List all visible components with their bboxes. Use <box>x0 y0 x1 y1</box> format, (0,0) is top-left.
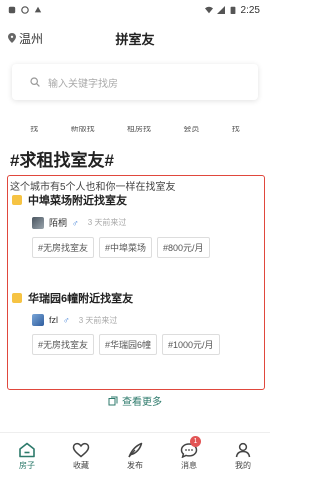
tab-house[interactable]: 房子 <box>6 442 48 471</box>
tab-label: 收藏 <box>73 461 89 470</box>
username[interactable]: fzl <box>49 315 58 325</box>
post-header: 华瑞园6幢附近找室友 <box>12 290 260 306</box>
post-header: 中埠菜场附近找室友 <box>12 192 260 208</box>
status-left <box>8 6 42 14</box>
tag[interactable]: #800元/月 <box>157 237 210 258</box>
category-item[interactable]: 新版找 <box>71 126 95 132</box>
post-card[interactable]: 华瑞园6幢附近找室友 fzl ♂ 3 天前来过 #无房找室友 #华瑞园6幢 #1… <box>12 290 260 355</box>
category-strip: 找 新版找 租房找 会员 找 <box>0 126 270 142</box>
search-icon <box>30 77 40 87</box>
tab-profile[interactable]: 我的 <box>222 442 264 471</box>
person-icon <box>235 442 251 458</box>
male-icon: ♂ <box>72 217 79 228</box>
wifi-icon <box>204 6 213 14</box>
see-more-link[interactable]: 查看更多 <box>0 393 270 408</box>
tab-messages[interactable]: 1 消息 <box>168 436 210 471</box>
post-title: 中埠菜场附近找室友 <box>28 195 127 207</box>
status-bar: 2:25 <box>0 0 270 20</box>
app-notification-icon <box>21 6 29 14</box>
tab-bar: 房子 收藏 发布 1 消息 我的 <box>0 432 270 480</box>
search-wrap: 输入关键字找房 <box>0 56 270 100</box>
battery-icon <box>230 6 235 14</box>
avatar[interactable] <box>32 314 44 326</box>
topic-title: #求租找室友# <box>10 151 114 170</box>
see-more-label: 查看更多 <box>122 397 162 408</box>
tab-label: 发布 <box>127 461 143 470</box>
tab-label: 消息 <box>181 461 197 470</box>
last-seen: 3 天前来过 <box>87 218 127 227</box>
feather-icon <box>128 442 143 458</box>
city-selector[interactable]: 温州 <box>8 30 43 47</box>
city-name: 温州 <box>19 31 44 46</box>
category-item[interactable]: 租房找 <box>127 126 151 132</box>
signal-icon <box>216 6 225 14</box>
app-notification-icon <box>34 6 42 13</box>
category-item[interactable]: 会员 <box>183 126 199 132</box>
posts-list: 中埠菜场附近找室友 陌桐 ♂ 3 天前来过 #无房找室友 #中埠菜场 #800元… <box>7 175 265 390</box>
flag-icon <box>12 195 22 205</box>
search-input[interactable]: 输入关键字找房 <box>12 64 258 100</box>
category-item[interactable]: 找 <box>30 126 38 132</box>
search-placeholder: 输入关键字找房 <box>48 78 118 90</box>
tab-label: 房子 <box>19 461 35 470</box>
status-right: 2:25 <box>204 4 260 16</box>
post-tags: #无房找室友 #中埠菜场 #800元/月 <box>12 237 260 258</box>
tag[interactable]: #无房找室友 <box>32 334 95 355</box>
tag[interactable]: #中埠菜场 <box>99 237 153 258</box>
heart-icon <box>72 442 90 458</box>
unread-badge: 1 <box>190 436 201 447</box>
top-bar: 温州 拼室友 <box>0 20 270 56</box>
username[interactable]: 陌桐 <box>49 216 67 229</box>
post-title: 华瑞园6幢附近找室友 <box>28 293 134 305</box>
category-item[interactable]: 找 <box>232 126 240 132</box>
male-icon: ♂ <box>63 315 70 325</box>
tab-publish[interactable]: 发布 <box>114 442 156 471</box>
app-notification-icon <box>8 6 16 14</box>
tag[interactable]: #1000元/月 <box>162 334 220 355</box>
page-title: 拼室友 <box>115 31 155 47</box>
post-meta: 陌桐 ♂ 3 天前来过 <box>12 216 260 229</box>
copy-icon <box>108 396 118 405</box>
post-tags: #无房找室友 #华瑞园6幢 #1000元/月 <box>12 334 260 355</box>
post-meta: fzl ♂ 3 天前来过 <box>12 314 260 326</box>
avatar[interactable] <box>32 216 44 229</box>
flag-icon <box>12 293 22 303</box>
tag[interactable]: #华瑞园6幢 <box>99 334 158 355</box>
post-card[interactable]: 中埠菜场附近找室友 陌桐 ♂ 3 天前来过 #无房找室友 #中埠菜场 #800元… <box>12 192 260 258</box>
tab-label: 我的 <box>235 461 251 470</box>
tag[interactable]: #无房找室友 <box>32 237 95 258</box>
tab-favorites[interactable]: 收藏 <box>60 442 102 471</box>
house-icon <box>19 442 35 458</box>
last-seen: 3 天前来过 <box>78 315 118 325</box>
location-pin-icon <box>8 33 16 43</box>
status-time: 2:25 <box>240 4 260 16</box>
